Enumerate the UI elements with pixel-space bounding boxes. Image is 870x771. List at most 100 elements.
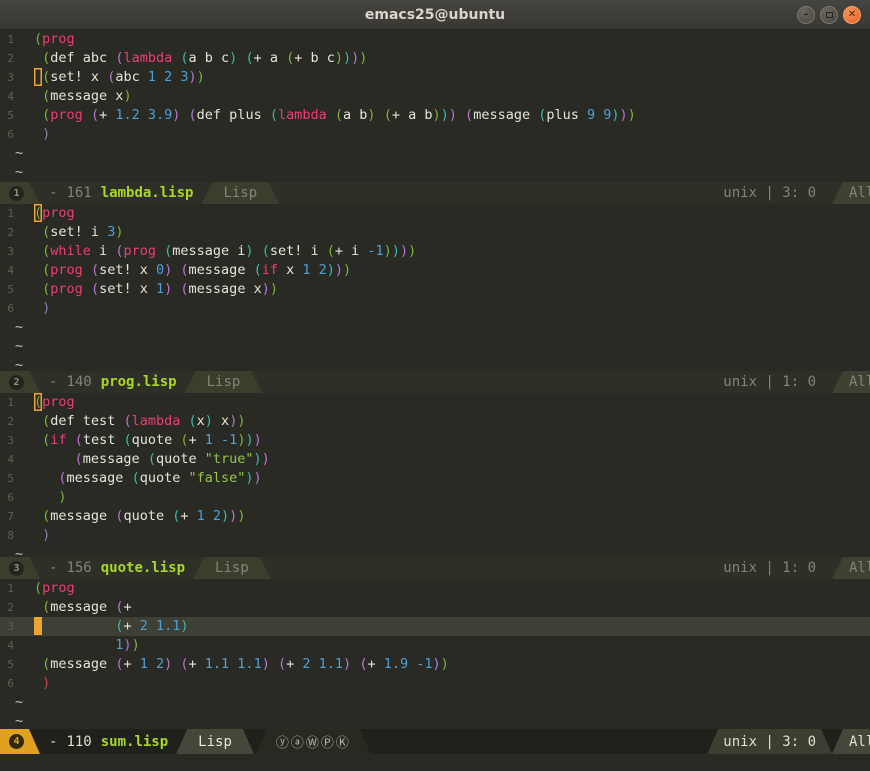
code-line[interactable]: 1(prog: [0, 30, 870, 49]
code-line[interactable]: 5 (prog (+ 1.2 3.9) (def plus (lambda (a…: [0, 106, 870, 125]
line-number: 1: [0, 204, 14, 223]
buffer-name[interactable]: lambda.lisp: [101, 185, 194, 201]
code-line[interactable]: 3 (if (test (quote (+ 1 -1))): [0, 431, 870, 450]
code-text: (message x): [34, 88, 132, 104]
buffer-lambda-lisp[interactable]: 1(prog2 (def abc (lambda (a b c) (+ a (+…: [0, 30, 870, 182]
code-line[interactable]: 5 (message (quote "false")): [0, 469, 870, 488]
buffer-name[interactable]: prog.lisp: [101, 374, 177, 390]
current-code-line[interactable]: 3 (+ 2 1.1): [0, 617, 870, 636]
buffer-size: 156: [66, 560, 91, 576]
code-line[interactable]: 2 (def abc (lambda (a b c) (+ a (+ b c))…: [0, 49, 870, 68]
window-controls: – ✕: [797, 6, 861, 24]
code-line[interactable]: 2 (set! i 3): [0, 223, 870, 242]
line-number: 5: [0, 106, 14, 125]
code-line[interactable]: 4 1)): [0, 636, 870, 655]
code-line[interactable]: 1 (prog: [0, 579, 870, 598]
code-line[interactable]: 6 ): [0, 299, 870, 318]
encoding-position: unix | 1: 0: [707, 371, 832, 393]
buffer-name[interactable]: sum.lisp: [101, 734, 168, 750]
code-text: (prog (set! x 0) (message (if x 1 2))): [34, 262, 351, 278]
scroll-indicator: All: [832, 182, 870, 204]
echo-area[interactable]: [0, 754, 870, 771]
code-line[interactable]: 3 (while i (prog (message i) (set! i (+ …: [0, 242, 870, 261]
maximize-icon: [826, 12, 833, 18]
code-text: (prog: [34, 580, 75, 596]
window-number-badge: 4: [9, 734, 24, 749]
code-line[interactable]: 6 ): [0, 125, 870, 144]
code-line[interactable]: 7 (message (quote (+ 1 2))): [0, 507, 870, 526]
code-line[interactable]: 6 ): [0, 488, 870, 507]
buffer-name[interactable]: quote.lisp: [101, 560, 185, 576]
line-number: 5: [0, 280, 14, 299]
code-line[interactable]: 5 (prog (set! x 1) (message x)): [0, 280, 870, 299]
code-line[interactable]: 3 (set! x (abc 1 2 3)): [0, 68, 870, 87]
buffer-prog-lisp[interactable]: 1 (prog 2 (set! i 3)3 (while i (prog (mess…: [0, 204, 870, 371]
window-number-segment: 1: [0, 182, 40, 204]
modeline-sum-lisp[interactable]: 4 - 110 sum.lisp Lisp ⓨⓐⓌⓅⓀ unix | 3: 0 …: [0, 729, 870, 754]
major-mode-tab[interactable]: Lisp: [193, 557, 271, 579]
major-mode-tab[interactable]: Lisp: [185, 371, 263, 393]
modeline-prog-lisp[interactable]: 2 - 140 prog.lisp Lisp unix | 1: 0 All: [0, 371, 870, 393]
code-line[interactable]: 2 (message (+: [0, 598, 870, 617]
code-text: (message (quote "true")): [34, 451, 270, 467]
major-mode-label: Lisp: [198, 734, 232, 750]
code-text: ): [34, 675, 50, 691]
encoding-position: unix | 3: 0: [707, 182, 832, 204]
window-number-segment: 2: [0, 371, 40, 393]
code-line[interactable]: 4 (prog (set! x 0) (message (if x 1 2))): [0, 261, 870, 280]
tilde-icon: ~: [15, 357, 23, 371]
minor-mode-badges: ⓨⓐⓌⓅⓀ: [256, 729, 371, 754]
cursor-hollow: [34, 68, 42, 86]
title-bar[interactable]: emacs25@ubuntu – ✕: [0, 0, 870, 30]
empty-line-indicator: ~: [0, 693, 870, 712]
window-number-segment: 4: [0, 729, 40, 754]
code-line[interactable]: 1(prog: [0, 393, 870, 412]
buffer-size: 161: [66, 185, 91, 201]
code-text: (while i (prog (message i) (set! i (+ i …: [34, 243, 416, 259]
line-number: 8: [0, 526, 14, 545]
line-number: 2: [0, 412, 14, 431]
line-number: 1: [0, 579, 14, 598]
window-number-badge: 1: [9, 186, 24, 201]
code-text: (prog (set! x 1) (message x)): [34, 281, 278, 297]
code-text: ): [34, 300, 50, 316]
code-text: (prog: [34, 31, 75, 47]
code-line[interactable]: 8 ): [0, 526, 870, 545]
window-number-badge: 2: [9, 375, 24, 390]
maximize-button[interactable]: [820, 6, 838, 24]
buffer-quote-lisp[interactable]: 1(prog2 (def test (lambda (x) x))3 (if (…: [0, 393, 870, 557]
code-text: (message (quote "false")): [34, 470, 262, 486]
code-text: (prog: [34, 205, 75, 221]
line-number: 4: [0, 87, 14, 106]
tilde-icon: ~: [15, 713, 23, 729]
modeline-quote-lisp[interactable]: 3 - 156 quote.lisp Lisp unix | 1: 0 All: [0, 557, 870, 579]
empty-line-indicator: ~: [0, 318, 870, 337]
code-line[interactable]: 1 (prog: [0, 204, 870, 223]
close-button[interactable]: ✕: [843, 6, 861, 24]
major-mode-tab[interactable]: Lisp: [201, 182, 279, 204]
cursor-block: [34, 617, 42, 635]
modeline-dash: -: [49, 560, 57, 576]
scroll-indicator: All: [832, 371, 870, 393]
line-number: 3: [0, 68, 14, 87]
minimize-button[interactable]: –: [797, 6, 815, 24]
code-text: (if (test (quote (+ 1 -1))): [34, 432, 262, 448]
code-text: (+ 2 1.1): [34, 618, 188, 634]
window-title: emacs25@ubuntu: [365, 7, 505, 23]
code-text: (def abc (lambda (a b c) (+ a (+ b c)))): [34, 50, 367, 66]
code-line[interactable]: 2 (def test (lambda (x) x)): [0, 412, 870, 431]
code-line[interactable]: 4 (message (quote "true")): [0, 450, 870, 469]
code-line[interactable]: 6 ): [0, 674, 870, 693]
line-number: 5: [0, 469, 14, 488]
line-number: 6: [0, 674, 14, 693]
code-text: (message (+ 1 2) (+ 1.1 1.1) (+ 2 1.1) (…: [34, 656, 449, 672]
code-line[interactable]: 5 (message (+ 1 2) (+ 1.1 1.1) (+ 2 1.1)…: [0, 655, 870, 674]
major-mode-tab[interactable]: Lisp: [176, 729, 254, 754]
line-number: 6: [0, 125, 14, 144]
buffer-size: 110: [66, 734, 91, 750]
code-line[interactable]: 4 (message x): [0, 87, 870, 106]
buffer-sum-lisp[interactable]: 1 (prog 2 (message (+3 (+ 2 1.1)4 1))5 (me…: [0, 579, 870, 729]
modeline-lambda-lisp[interactable]: 1 - 161 lambda.lisp Lisp unix | 3: 0 All: [0, 182, 870, 204]
empty-line-indicator: ~: [0, 356, 870, 371]
major-mode-label: Lisp: [223, 185, 257, 201]
